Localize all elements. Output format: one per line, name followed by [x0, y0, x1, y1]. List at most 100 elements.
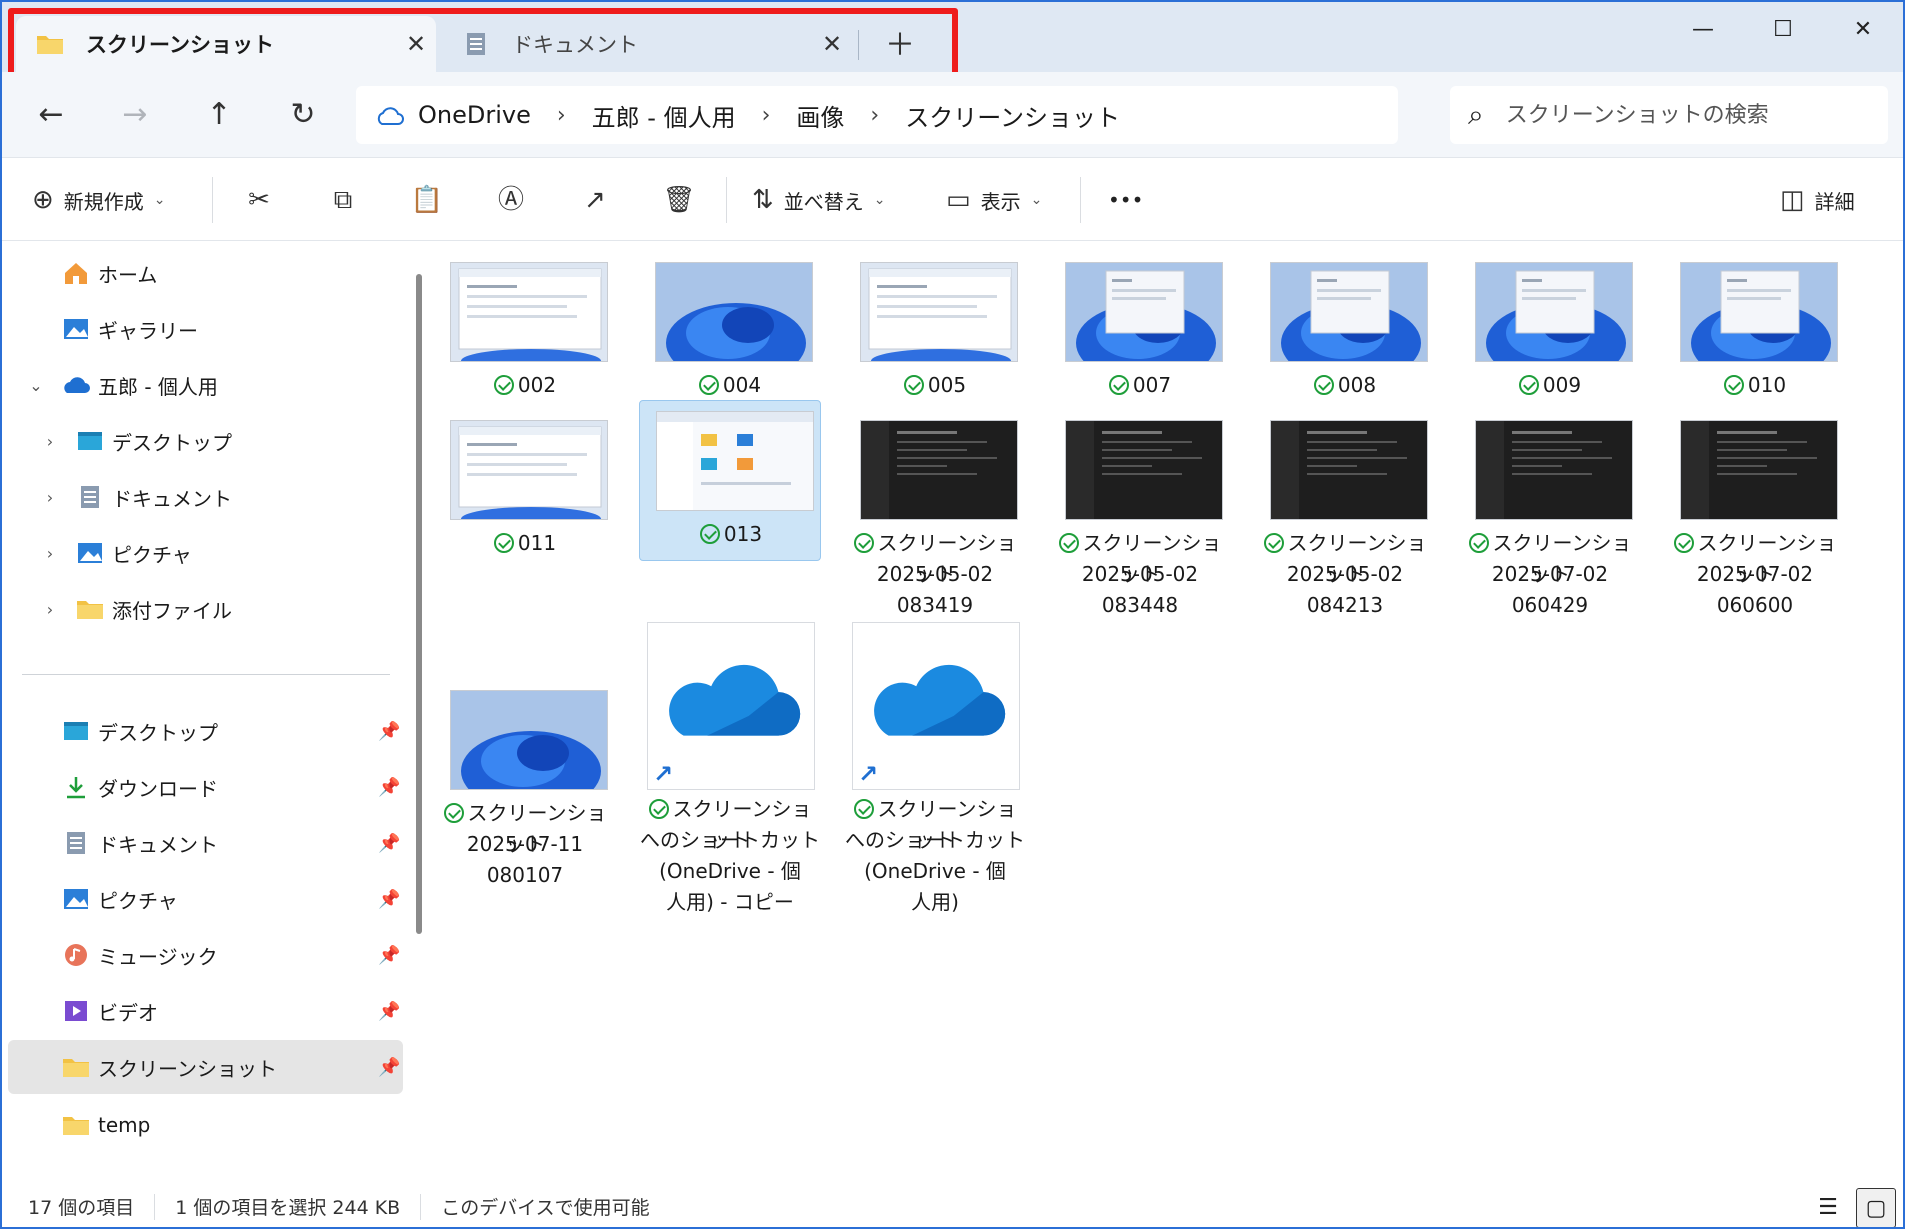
sidebar-item-onedrive-personal[interactable]: ⌄ 五郎 - 個人用	[8, 358, 403, 412]
sync-check-icon	[493, 533, 514, 553]
details-pane-button[interactable]: ◫ 詳細	[1780, 177, 1855, 223]
chevron-right-icon[interactable]: ›	[38, 600, 62, 619]
file-name-line: 人用) - コピー	[666, 890, 794, 914]
thumbnail	[1475, 420, 1633, 520]
file-item[interactable]: 013	[639, 400, 821, 561]
pin-icon[interactable]: 📌	[378, 889, 400, 910]
file-name-line: 人用)	[911, 890, 959, 914]
file-item[interactable]: 004	[639, 242, 821, 403]
file-item[interactable]: スクリーンショット 2025-07-02 060600	[1664, 400, 1846, 623]
more-options-button[interactable]: •••	[1108, 177, 1143, 223]
new-button[interactable]: ⊕ 新規作成 ⌄	[32, 177, 166, 223]
cut-button[interactable]: ✂	[236, 177, 282, 223]
sidebar-item-documents[interactable]: ドキュメント 📌	[8, 816, 403, 870]
file-item[interactable]: スクリーンショット 2025-07-11 080107	[434, 670, 616, 893]
thumbnail	[1475, 262, 1633, 362]
chevron-right-icon[interactable]: ›	[38, 432, 62, 451]
breadcrumb-chevron-icon[interactable]: ›	[870, 103, 879, 128]
breadcrumb-screenshots[interactable]: スクリーンショット	[905, 98, 1120, 133]
toolbar-separator	[726, 177, 727, 223]
document-icon	[67, 832, 85, 854]
pin-icon[interactable]: 📌	[378, 833, 400, 854]
file-item[interactable]: 010	[1664, 242, 1846, 403]
sort-button[interactable]: ⇅ 並べ替え ⌄	[752, 177, 886, 223]
back-button[interactable]: ←	[26, 92, 76, 138]
shortcut-file-item[interactable]: ↗ スクリーンショット へのショートカット (OneDrive - 個人用)	[844, 622, 1026, 924]
details-view-button[interactable]: ☰	[1808, 1188, 1848, 1227]
rename-button[interactable]: Ⓐ	[488, 177, 534, 223]
tiles-view-button[interactable]: ▢	[1856, 1188, 1896, 1227]
sidebar-scrollbar[interactable]	[416, 274, 422, 934]
breadcrumb-onedrive[interactable]: OneDrive	[418, 101, 531, 129]
forward-button[interactable]: →	[110, 92, 160, 138]
chevron-down-icon[interactable]: ⌄	[24, 376, 48, 395]
thumbnail	[1680, 262, 1838, 362]
copy-button[interactable]: ⧉	[320, 177, 366, 223]
file-item[interactable]: スクリーンショット 2025-07-02 060429	[1459, 400, 1641, 623]
file-item[interactable]: 007	[1049, 242, 1231, 403]
file-name-line: 002	[434, 370, 616, 401]
sidebar-item-gallery[interactable]: ギャラリー	[8, 302, 403, 356]
breadcrumb-personal[interactable]: 五郎 - 個人用	[592, 98, 736, 133]
file-item[interactable]: 002	[434, 242, 616, 403]
search-input[interactable]	[1505, 102, 1826, 128]
file-item[interactable]: スクリーンショット 2025-05-02 084213	[1254, 400, 1436, 623]
breadcrumb-pictures[interactable]: 画像	[796, 98, 844, 133]
navigation-pane: ホーム ギャラリー ⌄ 五郎 - 個人用 › デスクトップ › ドキュメント ›…	[2, 242, 406, 1182]
file-item[interactable]: 008	[1254, 242, 1436, 403]
address-bar[interactable]: OneDrive › 五郎 - 個人用 › 画像 › スクリーンショット	[356, 86, 1398, 144]
delete-button[interactable]: 🗑	[656, 177, 702, 223]
file-explorer-window: スクリーンショット ✕ ドキュメント ✕ ＋ — ☐ ✕ ← → ↑ ↻ One…	[0, 0, 1905, 1229]
pin-icon[interactable]: 📌	[378, 777, 400, 798]
file-name-line: 008	[1254, 370, 1436, 401]
thumbnail-image	[451, 691, 607, 789]
search-box[interactable]: ⌕	[1450, 86, 1888, 144]
breadcrumb-chevron-icon[interactable]: ›	[762, 103, 771, 128]
sidebar-divider	[22, 674, 390, 675]
sync-check-icon	[1263, 533, 1284, 553]
breadcrumb-chevron-icon[interactable]: ›	[557, 103, 566, 128]
sidebar-item-od-desktop[interactable]: › デスクトップ	[8, 414, 403, 468]
sidebar-item-od-attachments[interactable]: › 添付ファイル	[8, 582, 403, 636]
share-button[interactable]: ↗	[572, 177, 618, 223]
view-button[interactable]: ▭ 表示 ⌄	[946, 177, 1042, 223]
rename-icon: Ⓐ	[497, 185, 524, 215]
file-item[interactable]: 005	[844, 242, 1026, 403]
desktop-icon	[78, 432, 102, 450]
list-view-icon: ☰	[1818, 1195, 1838, 1220]
file-item[interactable]: 011	[434, 400, 616, 561]
file-item[interactable]: スクリーンショット 2025-05-02 083419	[844, 400, 1026, 623]
up-button[interactable]: ↑	[194, 92, 244, 138]
sidebar-item-videos[interactable]: ビデオ 📌	[8, 984, 403, 1038]
sidebar-item-music[interactable]: ミュージック 📌	[8, 928, 403, 982]
sidebar-item-downloads[interactable]: ダウンロード 📌	[8, 760, 403, 814]
file-item[interactable]: 009	[1459, 242, 1641, 403]
folder-icon	[63, 1117, 89, 1135]
sidebar-item-desktop[interactable]: デスクトップ 📌	[8, 704, 403, 758]
pin-icon[interactable]: 📌	[378, 1057, 400, 1078]
sidebar-item-home[interactable]: ホーム	[8, 246, 403, 300]
sidebar-item-od-documents[interactable]: › ドキュメント	[8, 470, 403, 524]
sidebar-item-pictures[interactable]: ピクチャ 📌	[8, 872, 403, 926]
paste-button[interactable]: 📋	[404, 177, 450, 223]
minimize-button[interactable]: —	[1668, 10, 1738, 50]
pin-icon[interactable]: 📌	[378, 721, 400, 742]
chevron-right-icon[interactable]: ›	[38, 544, 62, 563]
file-name-line: 084213	[1306, 593, 1384, 617]
pin-icon[interactable]: 📌	[378, 945, 400, 966]
home-icon	[65, 263, 87, 284]
file-item[interactable]: スクリーンショット 2025-05-02 083448	[1049, 400, 1231, 623]
chevron-right-icon[interactable]: ›	[38, 488, 62, 507]
pin-icon[interactable]: 📌	[378, 1001, 400, 1022]
sync-check-icon	[1673, 533, 1694, 553]
shortcut-file-item[interactable]: ↗ スクリーンショット へのショートカット (OneDrive - 個人用) - コピ…	[639, 622, 821, 924]
file-name-line: 060600	[1716, 593, 1794, 617]
sidebar-item-screenshots[interactable]: スクリーンショット 📌	[8, 1040, 403, 1094]
sidebar-item-od-pictures[interactable]: › ピクチャ	[8, 526, 403, 580]
close-window-button[interactable]: ✕	[1828, 10, 1898, 50]
sidebar-item-temp[interactable]: temp	[8, 1098, 403, 1152]
copy-icon: ⧉	[333, 185, 353, 215]
refresh-button[interactable]: ↻	[278, 92, 328, 138]
thumbnail-image	[451, 263, 607, 361]
maximize-button[interactable]: ☐	[1748, 10, 1818, 50]
